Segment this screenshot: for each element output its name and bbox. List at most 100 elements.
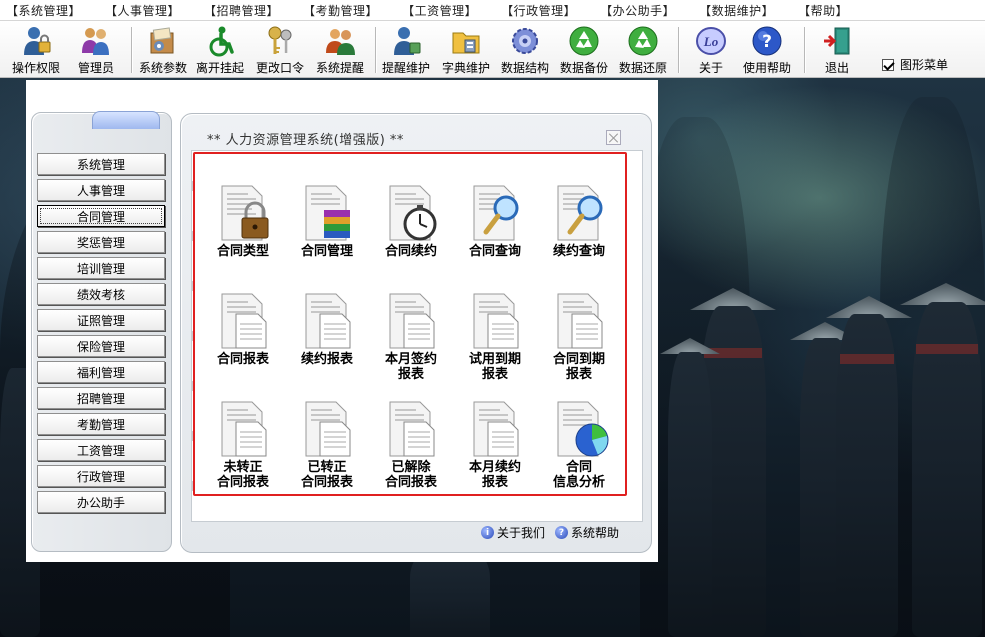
people-reminder-icon: [323, 25, 357, 57]
toolbar-label: 退出: [824, 61, 849, 75]
help-icon: ?: [555, 526, 569, 539]
toolbar-button-system-reminder[interactable]: 系统提醒: [316, 25, 364, 77]
function-label: 合同到期 报表: [552, 352, 605, 382]
toolbar-button-data-restore[interactable]: 数据还原: [619, 25, 667, 77]
toolbar-button-administrator[interactable]: 管理员: [78, 25, 114, 77]
toolbar-label: 提醒维护: [382, 61, 431, 75]
recycle-backup-icon: [567, 25, 601, 57]
toolbar-label: 离开挂起: [196, 61, 245, 75]
toolbar-button-system-parameters[interactable]: 系统参数: [139, 25, 187, 77]
toolbar-label: 系统提醒: [316, 61, 365, 75]
nav-item-office-assistant[interactable]: 办公助手: [37, 491, 165, 513]
nav-item-contract-management[interactable]: 合同管理: [37, 205, 165, 227]
nav-item-personnel-management[interactable]: 人事管理: [37, 179, 165, 201]
function-label: 已解除 合同报表: [384, 460, 437, 490]
nav-item-training-management[interactable]: 培训管理: [37, 257, 165, 279]
function-label: 已转正 合同报表: [300, 460, 353, 490]
menu-office-assistant[interactable]: 【办公助手】: [600, 2, 675, 19]
close-icon[interactable]: [606, 130, 621, 145]
toolbar-label: 数据还原: [619, 61, 668, 75]
nav-item-salary-management[interactable]: 工资管理: [37, 439, 165, 461]
toolbar-label: 关于: [698, 61, 723, 75]
function-label: 续约报表: [300, 352, 353, 367]
function-contract-query[interactable]: 合同查询: [455, 182, 535, 259]
menu-administration[interactable]: 【行政管理】: [501, 2, 576, 19]
nav-item-performance-review[interactable]: 绩效考核: [37, 283, 165, 305]
toolbar-button-data-backup[interactable]: 数据备份: [560, 25, 608, 77]
nav-item-insurance-management[interactable]: 保险管理: [37, 335, 165, 357]
toolbar-label: 数据结构: [501, 61, 550, 75]
toolbar-button-dictionary-maintenance[interactable]: 字典维护: [442, 25, 490, 77]
toolbar-button-about[interactable]: Lo 关于: [694, 25, 728, 77]
function-confirmed-contract-report[interactable]: 已转正 合同报表: [287, 398, 367, 490]
menu-attendance[interactable]: 【考勤管理】: [303, 2, 378, 19]
function-contract-type[interactable]: 合同类型: [203, 182, 283, 259]
function-renewal-report[interactable]: 续约报表: [287, 290, 367, 367]
about-us-label: 关于我们: [497, 526, 546, 540]
toolbar-button-permissions[interactable]: 操作权限: [12, 25, 60, 77]
checkbox-checked-icon: [882, 58, 894, 71]
menu-recruitment[interactable]: 【招聘管理】: [204, 2, 279, 19]
graphic-menu-checkbox[interactable]: 图形菜单: [882, 56, 948, 73]
nav-item-rewards-penalties[interactable]: 奖惩管理: [37, 231, 165, 253]
function-monthly-renewal-report[interactable]: 本月续约 报表: [455, 398, 535, 490]
toolbar-separator: [804, 27, 806, 73]
reminder-user-icon: [389, 25, 423, 57]
document-lock-icon: [212, 182, 274, 244]
toolbar-label: 字典维护: [442, 61, 491, 75]
document-report-icon: [548, 290, 610, 352]
toolbar-button-data-structure[interactable]: 数据结构: [501, 25, 549, 77]
about-icon: i: [481, 526, 494, 539]
menu-data-maintenance[interactable]: 【数据维护】: [699, 2, 774, 19]
toolbar-button-user-help[interactable]: ? 使用帮助: [743, 25, 791, 77]
nav-list: 系统管理 人事管理 合同管理 奖惩管理 培训管理 绩效考核 证照管理 保险管理 …: [37, 153, 165, 517]
toolbar-button-away-suspend[interactable]: 离开挂起: [196, 25, 244, 77]
gear-structure-icon: [508, 25, 542, 57]
nav-item-attendance-management[interactable]: 考勤管理: [37, 413, 165, 435]
toolbar-button-change-password[interactable]: 更改口令: [256, 25, 304, 77]
document-report-icon: [380, 398, 442, 460]
function-label: 续约查询: [552, 244, 605, 259]
toolbar-button-reminder-maintenance[interactable]: 提醒维护: [382, 25, 430, 77]
function-contract-report[interactable]: 合同报表: [203, 290, 283, 367]
about-us-link[interactable]: i 关于我们: [481, 524, 545, 541]
toolbar-label: 管理员: [78, 61, 115, 75]
function-renewal-query[interactable]: 续约查询: [539, 182, 619, 259]
function-contract-info-analysis[interactable]: 合同 信息分析: [539, 398, 619, 490]
toolbar-label: 数据备份: [560, 61, 609, 75]
menu-help[interactable]: 【帮助】: [798, 2, 848, 19]
nav-item-welfare-management[interactable]: 福利管理: [37, 361, 165, 383]
help-icon: ?: [750, 25, 784, 57]
function-contract-renewal[interactable]: 合同续约: [371, 182, 451, 259]
document-report-icon: [380, 290, 442, 352]
function-label: 合同查询: [468, 244, 521, 259]
function-label: 合同 信息分析: [552, 460, 605, 490]
document-piechart-icon: [548, 398, 610, 460]
function-monthly-signing-report[interactable]: 本月签约 报表: [371, 290, 451, 382]
exit-door-icon: [820, 25, 854, 57]
content-panel: ** 人力资源管理系统(增强版) ** 合同类型 合同管理 合同续约 合同查询 …: [180, 113, 652, 553]
menu-personnel[interactable]: 【人事管理】: [105, 2, 180, 19]
function-label: 合同管理: [300, 244, 353, 259]
function-contract-expiry-report[interactable]: 合同到期 报表: [539, 290, 619, 382]
function-unconfirmed-contract-report[interactable]: 未转正 合同报表: [203, 398, 283, 490]
toolbar-separator: [678, 27, 680, 73]
toolbar-button-exit[interactable]: 退出: [820, 25, 854, 77]
nav-item-certificate-management[interactable]: 证照管理: [37, 309, 165, 331]
menu-system[interactable]: 【系统管理】: [6, 2, 81, 19]
function-contract-management[interactable]: 合同管理: [287, 182, 367, 259]
nav-item-system-management[interactable]: 系统管理: [37, 153, 165, 175]
recycle-restore-icon: [626, 25, 660, 57]
function-label: 试用到期 报表: [468, 352, 521, 382]
function-label: 本月签约 报表: [384, 352, 437, 382]
function-terminated-contract-report[interactable]: 已解除 合同报表: [371, 398, 451, 490]
menu-salary[interactable]: 【工资管理】: [402, 2, 477, 19]
system-help-link[interactable]: ? 系统帮助: [555, 524, 619, 541]
document-report-icon: [212, 290, 274, 352]
function-probation-expiry-report[interactable]: 试用到期 报表: [455, 290, 535, 382]
nav-item-administration-management[interactable]: 行政管理: [37, 465, 165, 487]
svg-text:?: ?: [762, 32, 772, 52]
document-report-icon: [296, 398, 358, 460]
system-help-label: 系统帮助: [571, 526, 620, 540]
nav-item-recruitment-management[interactable]: 招聘管理: [37, 387, 165, 409]
